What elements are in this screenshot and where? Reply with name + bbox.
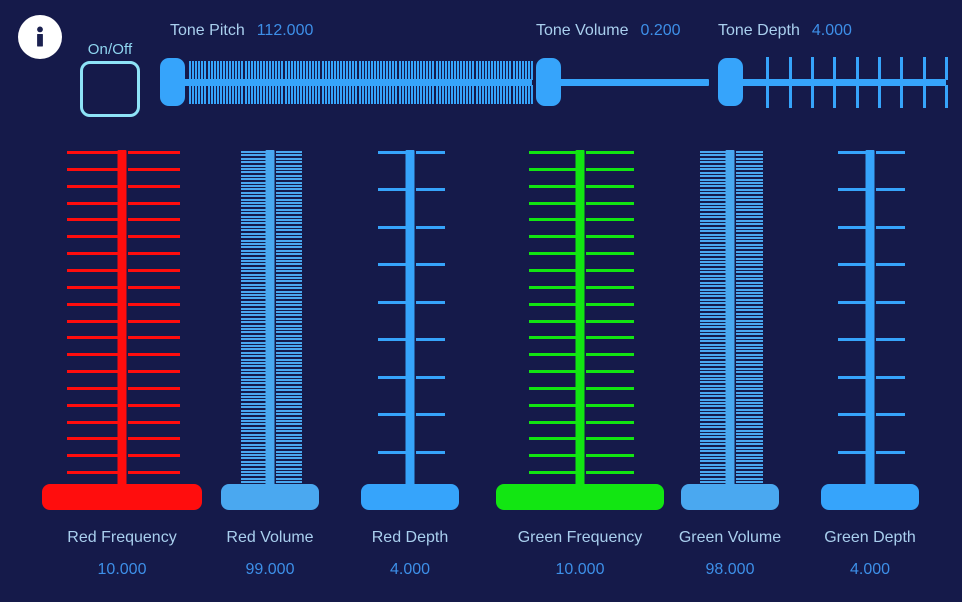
green-volume-handle[interactable] (681, 484, 779, 510)
tone-pitch-ticks (186, 52, 535, 112)
green-frequency-ticks (505, 140, 655, 500)
red-volume-slider[interactable] (195, 140, 345, 510)
tone-volume-header: Tone Volume 0.200 (536, 22, 701, 40)
red-frequency-value: 10.000 (97, 561, 147, 578)
green-volume-value: 98.000 (705, 561, 755, 578)
green-volume-label: Green Volume (678, 529, 782, 546)
red-volume-footer: Red Volume 99.000 (195, 528, 345, 580)
red-volume-handle[interactable] (221, 484, 319, 510)
slider-tone-volume[interactable]: Tone Volume 0.200 (536, 22, 709, 112)
tone-pitch-handle[interactable] (160, 58, 185, 106)
red-depth-slider[interactable] (335, 140, 485, 510)
tone-depth-handle[interactable] (718, 58, 743, 106)
green-volume-slider[interactable] (655, 140, 805, 510)
red-frequency-slider[interactable] (42, 140, 202, 510)
red-frequency-label: Red Frequency (67, 529, 177, 546)
tone-volume-handle[interactable] (536, 58, 561, 106)
green-frequency-handle[interactable] (496, 484, 664, 510)
green-volume-footer: Green Volume 98.000 (655, 528, 805, 580)
onoff-control[interactable]: On/Off (78, 41, 142, 117)
red-depth-value: 4.000 (389, 561, 431, 578)
green-frequency-label: Green Frequency (517, 529, 643, 546)
tone-pitch-value: 112.000 (256, 22, 314, 39)
red-frequency-ticks (47, 140, 197, 500)
green-depth-ticks (795, 140, 945, 500)
green-depth-value: 4.000 (849, 561, 891, 578)
green-frequency-slider[interactable] (496, 140, 664, 510)
control-panel: On/Off Tone Pitch 112.000 Tone Volume 0.200… (0, 0, 962, 602)
slider-red-depth[interactable]: Red Depth 4.000 (335, 140, 485, 580)
green-frequency-value: 10.000 (555, 561, 605, 578)
red-depth-ticks (335, 140, 485, 500)
slider-red-frequency[interactable]: Red Frequency 10.000 (42, 140, 202, 580)
red-frequency-handle[interactable] (42, 484, 202, 510)
red-volume-ticks (195, 140, 345, 500)
slider-red-volume[interactable]: Red Volume 99.000 (195, 140, 345, 580)
red-depth-label: Red Depth (371, 529, 449, 546)
red-volume-value: 99.000 (245, 561, 295, 578)
tone-depth-header: Tone Depth 4.000 (718, 22, 938, 40)
onoff-label: On/Off (87, 41, 133, 58)
red-depth-handle[interactable] (361, 484, 459, 510)
green-depth-handle[interactable] (821, 484, 919, 510)
slider-green-frequency[interactable]: Green Frequency 10.000 (496, 140, 664, 580)
tone-pitch-slider[interactable] (160, 52, 533, 112)
tone-depth-value: 4.000 (811, 22, 852, 39)
tone-volume-ticks (562, 52, 712, 112)
green-volume-ticks (655, 140, 805, 500)
red-frequency-footer: Red Frequency 10.000 (47, 528, 197, 580)
slider-green-depth[interactable]: Green Depth 4.000 (795, 140, 945, 580)
slider-green-volume[interactable]: Green Volume 98.000 (655, 140, 805, 580)
tone-volume-value: 0.200 (640, 22, 681, 39)
green-depth-slider[interactable] (795, 140, 945, 510)
tone-depth-label: Tone Depth (718, 22, 800, 39)
tone-depth-ticks (744, 52, 949, 112)
green-depth-footer: Green Depth 4.000 (795, 528, 945, 580)
tone-depth-slider[interactable] (718, 52, 948, 112)
red-volume-label: Red Volume (226, 529, 314, 546)
info-icon[interactable] (18, 15, 62, 59)
green-frequency-footer: Green Frequency 10.000 (505, 528, 655, 580)
green-depth-label: Green Depth (824, 529, 916, 546)
slider-tone-pitch[interactable]: Tone Pitch 112.000 (160, 22, 533, 112)
tone-pitch-header: Tone Pitch 112.000 (170, 22, 520, 40)
red-depth-footer: Red Depth 4.000 (335, 528, 485, 580)
tone-volume-slider[interactable] (536, 52, 709, 112)
onoff-checkbox[interactable] (80, 61, 140, 117)
tone-volume-label: Tone Volume (536, 22, 629, 39)
tone-pitch-label: Tone Pitch (170, 22, 245, 39)
slider-tone-depth[interactable]: Tone Depth 4.000 (718, 22, 948, 112)
